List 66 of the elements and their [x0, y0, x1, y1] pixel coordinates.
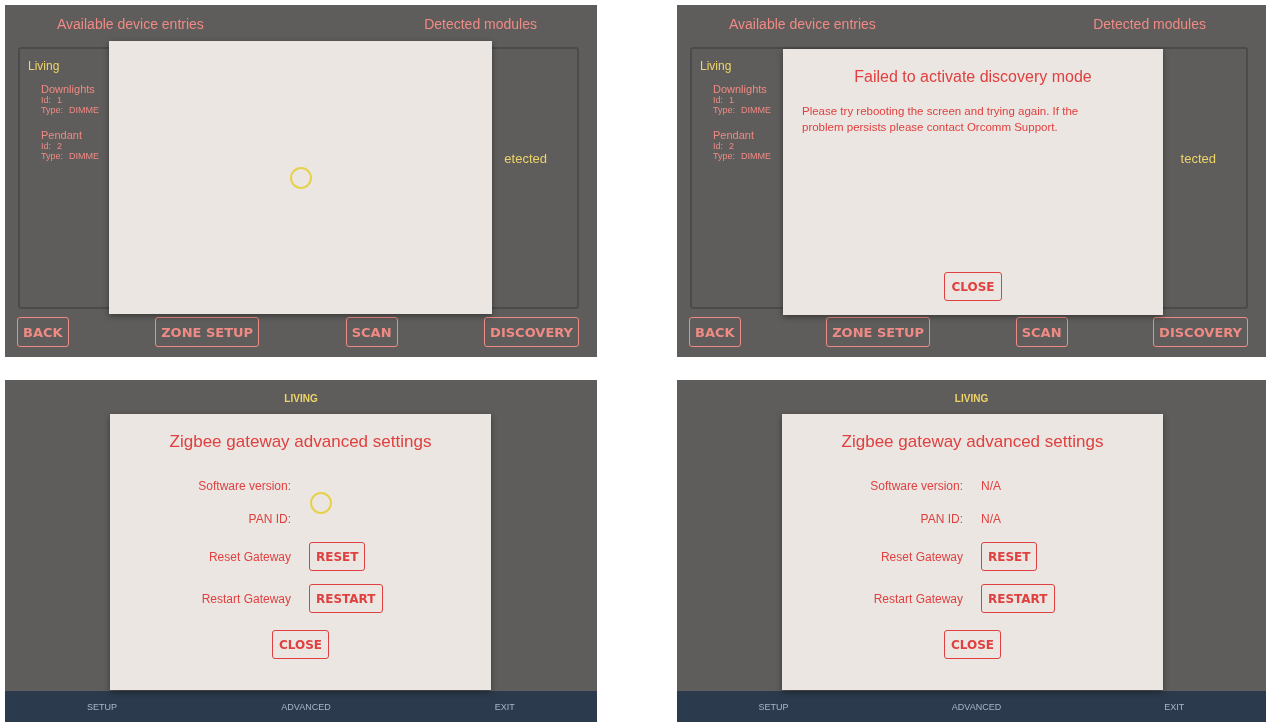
- nav-tab[interactable]: EXIT: [494, 701, 515, 712]
- nav-tab[interactable]: ADVANCED: [951, 701, 1002, 712]
- close-button[interactable]: CLOSE: [944, 272, 1002, 301]
- dialog-title: Zigbee gateway advanced settings: [841, 432, 1104, 452]
- action-button[interactable]: SCAN: [345, 317, 398, 347]
- zone-name: Living: [28, 59, 61, 73]
- type-label: Type:: [713, 105, 735, 115]
- action-button[interactable]: BACK: [17, 317, 69, 347]
- column-heading: Available device entries: [56, 16, 205, 32]
- device-name[interactable]: Pendant: [713, 129, 785, 141]
- column-heading: Available device entries: [728, 16, 877, 32]
- zone-title: LIVING: [283, 392, 319, 406]
- type-value: DIMME: [69, 105, 99, 115]
- id-label: Id:: [41, 141, 51, 151]
- info-value: N/A: [981, 512, 1002, 526]
- type-value: DIMME: [69, 151, 99, 161]
- action-button[interactable]: DISCOVERY: [1153, 317, 1248, 347]
- info-value: N/A: [981, 479, 1002, 493]
- nav-tab[interactable]: SETUP: [87, 701, 118, 712]
- device-name[interactable]: Downlights: [41, 83, 113, 95]
- zone-title: LIVING: [953, 392, 990, 406]
- action-button[interactable]: RESET: [981, 542, 1038, 571]
- action-button[interactable]: ZONE SETUP: [826, 317, 931, 347]
- id-value: 1: [57, 95, 63, 105]
- dialog-title: Failed to activate discovery mode: [854, 68, 1092, 86]
- dialog-title: Zigbee gateway advanced settings: [169, 432, 432, 452]
- status-text: etected: [504, 150, 548, 166]
- id-value: 2: [57, 141, 63, 151]
- device-name[interactable]: Pendant: [41, 129, 113, 141]
- loading-spinner-icon: [288, 165, 313, 190]
- id-value: 1: [729, 95, 735, 105]
- nav-tab[interactable]: EXIT: [1164, 701, 1185, 712]
- zone-name: Living: [700, 59, 733, 73]
- action-button[interactable]: DISCOVERY: [484, 317, 579, 347]
- device-name[interactable]: Downlights: [713, 83, 785, 95]
- id-label: Id:: [713, 95, 723, 105]
- type-label: Type:: [713, 151, 735, 161]
- type-value: DIMME: [741, 151, 771, 161]
- type-value: DIMME: [741, 105, 771, 115]
- type-label: Type:: [41, 105, 63, 115]
- close-button[interactable]: CLOSE: [943, 630, 1002, 659]
- id-label: Id:: [713, 141, 723, 151]
- close-button[interactable]: CLOSE: [271, 630, 330, 659]
- id-label: Id:: [41, 95, 51, 105]
- info-label: Software version:: [197, 479, 291, 493]
- info-label: Software version:: [869, 479, 963, 493]
- id-value: 2: [729, 141, 735, 151]
- nav-tab[interactable]: ADVANCED: [281, 701, 331, 712]
- action-button[interactable]: RESTART: [981, 584, 1055, 613]
- action-label: Reset Gateway: [879, 549, 963, 564]
- info-label: PAN ID:: [919, 512, 963, 526]
- action-label: Restart Gateway: [872, 591, 963, 606]
- type-label: Type:: [41, 151, 63, 161]
- info-label: PAN ID:: [247, 512, 291, 526]
- error-message: Please try rebooting the screen and trying again. If the problem persists please contact Orcomm Support.: [801, 104, 1080, 135]
- nav-tab[interactable]: SETUP: [758, 701, 789, 712]
- action-button[interactable]: BACK: [689, 317, 741, 347]
- action-button[interactable]: ZONE SETUP: [155, 317, 260, 347]
- action-button[interactable]: SCAN: [1015, 317, 1068, 347]
- action-label: Restart Gateway: [200, 591, 291, 606]
- action-button[interactable]: RESET: [309, 542, 366, 571]
- action-button[interactable]: RESTART: [309, 584, 383, 613]
- action-label: Reset Gateway: [207, 549, 291, 564]
- status-text: tected: [1180, 150, 1217, 166]
- column-heading: Detected modules: [1092, 16, 1207, 32]
- column-heading: Detected modules: [423, 16, 538, 32]
